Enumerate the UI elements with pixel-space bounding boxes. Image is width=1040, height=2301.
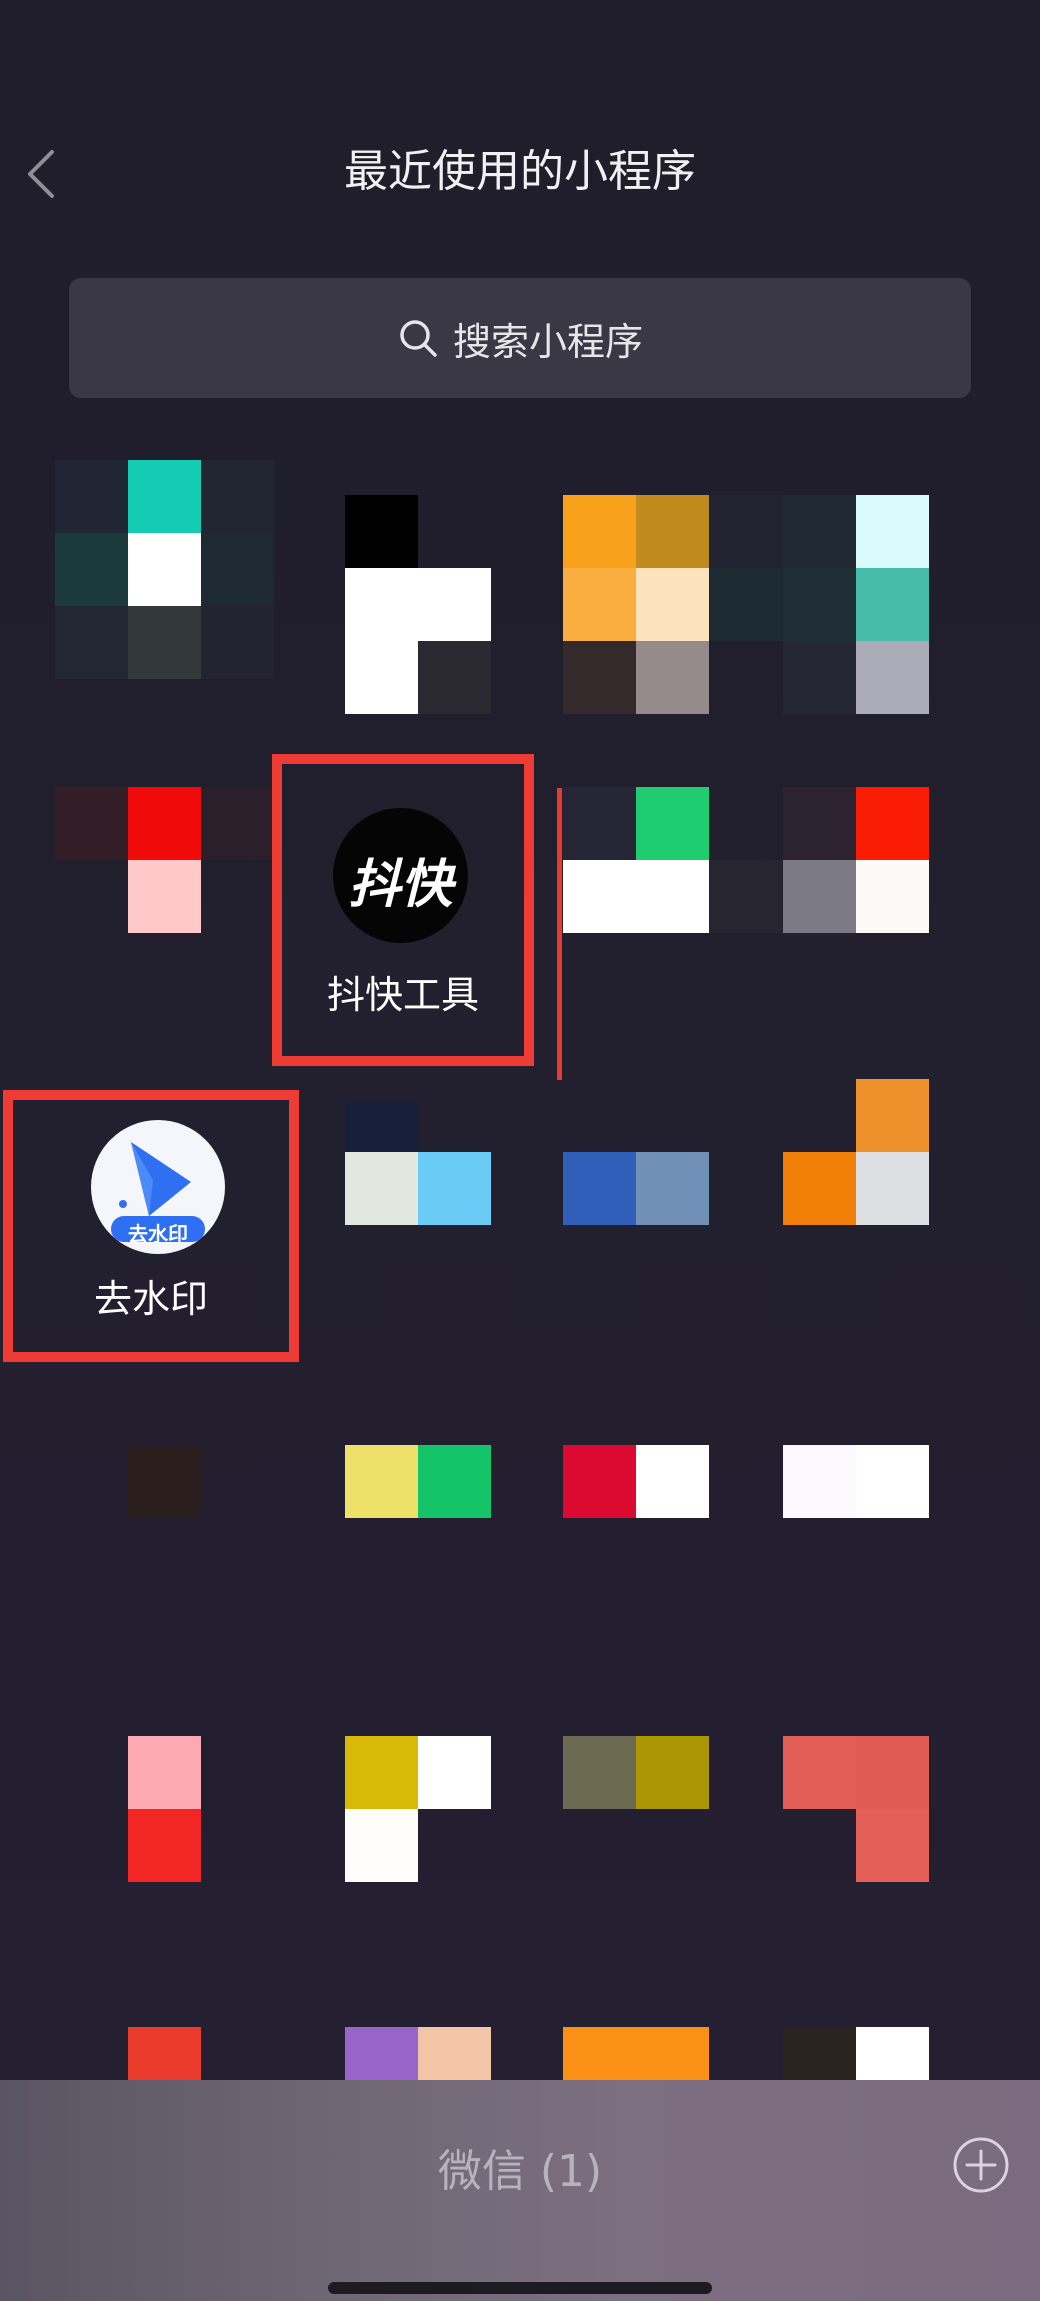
mosaic-app-tile[interactable] <box>55 460 275 680</box>
wechat-count-label[interactable]: 微信 (1) <box>0 2135 1040 2199</box>
mosaic-app-tile[interactable] <box>272 1663 492 1883</box>
home-indicator[interactable] <box>328 2282 712 2294</box>
qushuiyin-label: 去水印 <box>93 1277 208 1321</box>
mosaic-app-tile[interactable] <box>710 1043 930 1263</box>
search-placeholder: 搜索小程序 <box>452 319 643 364</box>
mosaic-app-tile[interactable] <box>710 1372 930 1592</box>
mosaic-app-tile[interactable] <box>55 1663 275 1883</box>
doukuai-icon-text: 抖快 <box>348 855 453 915</box>
mosaic-app-tile[interactable] <box>490 1043 710 1263</box>
qushuiyin-highlight[interactable]: 去水印 去水印 <box>3 1090 299 1362</box>
search-icon <box>400 320 437 357</box>
mosaic-app-tile[interactable] <box>490 460 710 714</box>
add-circle-icon[interactable] <box>952 2136 1010 2194</box>
doukuai-tool-icon: 抖快 <box>333 808 468 943</box>
page-title: 最近使用的小程序 <box>344 146 696 197</box>
mosaic-app-tile[interactable] <box>710 460 930 714</box>
mosaic-app-tile[interactable] <box>272 1043 492 1263</box>
mosaic-app-tile[interactable] <box>490 1372 710 1592</box>
qushuiyin-icon-text: 去水印 <box>128 1222 188 1246</box>
doukuai-tool-highlight[interactable]: 抖快 抖快工具 <box>272 754 534 1066</box>
search-input[interactable]: 搜索小程序 <box>69 278 971 398</box>
mosaic-app-tile[interactable] <box>710 752 930 972</box>
mosaic-app-tile[interactable] <box>55 1372 275 1592</box>
highlight-edge-line <box>557 788 562 1080</box>
mosaic-app-tile[interactable] <box>272 1372 492 1592</box>
mosaic-app-tile[interactable] <box>272 460 492 714</box>
mosaic-app-tile[interactable] <box>710 1663 930 1883</box>
doukuai-tool-label: 抖快工具 <box>326 973 479 1017</box>
mosaic-app-tile[interactable] <box>55 752 275 972</box>
mosaic-app-tile[interactable] <box>490 1663 710 1883</box>
qushuiyin-icon: 去水印 <box>91 1120 225 1254</box>
